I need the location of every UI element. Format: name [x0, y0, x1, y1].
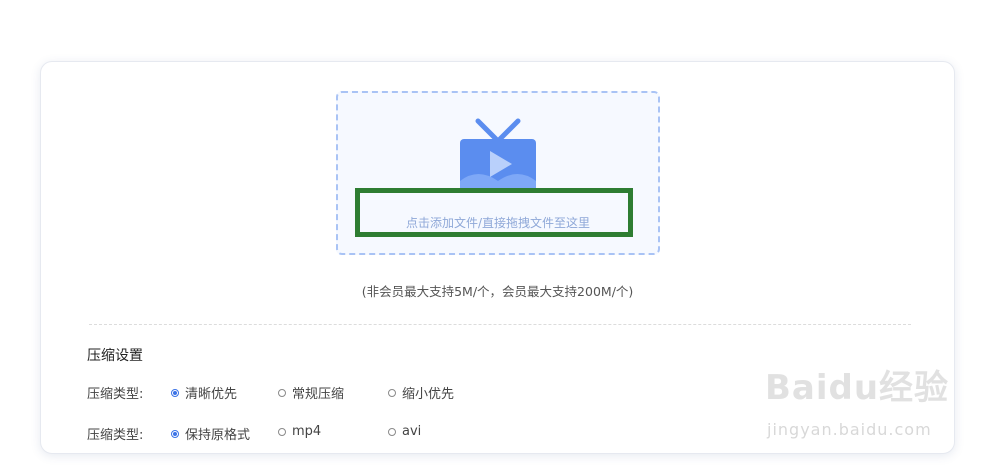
option-label: 常规压缩	[292, 387, 345, 402]
divider	[89, 324, 911, 325]
compress-card: 点击添加文件/直接拖拽文件至这里 (非会员最大支持5M/个，会员最大支持200M…	[40, 61, 955, 454]
option-label: mp4	[292, 424, 322, 439]
radio-checked-icon[interactable]	[171, 388, 179, 397]
option-normal-compress[interactable]: 常规压缩	[278, 383, 344, 402]
row-label: 压缩类型:	[87, 428, 144, 443]
compress-type-row: 压缩类型: 清晰优先 常规压缩 缩小优先	[87, 383, 507, 403]
tv-play-icon	[460, 118, 536, 193]
option-keep-format[interactable]: 保持原格式	[171, 424, 250, 443]
option-clarity-first[interactable]: 清晰优先	[171, 383, 237, 402]
option-mp4[interactable]: mp4	[278, 424, 321, 439]
radio-checked-icon[interactable]	[171, 429, 179, 438]
radio-icon[interactable]	[278, 388, 286, 397]
upload-prompt[interactable]: 点击添加文件/直接拖拽文件至这里	[338, 214, 658, 231]
option-label: 清晰优先	[185, 387, 238, 402]
option-label: 缩小优先	[402, 387, 455, 402]
upload-dropzone[interactable]: 点击添加文件/直接拖拽文件至这里	[336, 91, 660, 255]
option-label: 保持原格式	[185, 428, 251, 443]
radio-icon[interactable]	[388, 427, 396, 436]
radio-icon[interactable]	[278, 427, 286, 436]
option-size-first[interactable]: 缩小优先	[388, 383, 454, 402]
size-limit-note: (非会员最大支持5M/个，会员最大支持200M/个)	[361, 284, 634, 299]
format-type-row: 压缩类型: 保持原格式 mp4 avi	[87, 424, 507, 444]
radio-icon[interactable]	[388, 388, 396, 397]
row-label: 压缩类型:	[87, 387, 144, 402]
settings-title: 压缩设置	[87, 348, 143, 364]
option-label: avi	[402, 424, 422, 439]
option-avi[interactable]: avi	[388, 424, 421, 439]
